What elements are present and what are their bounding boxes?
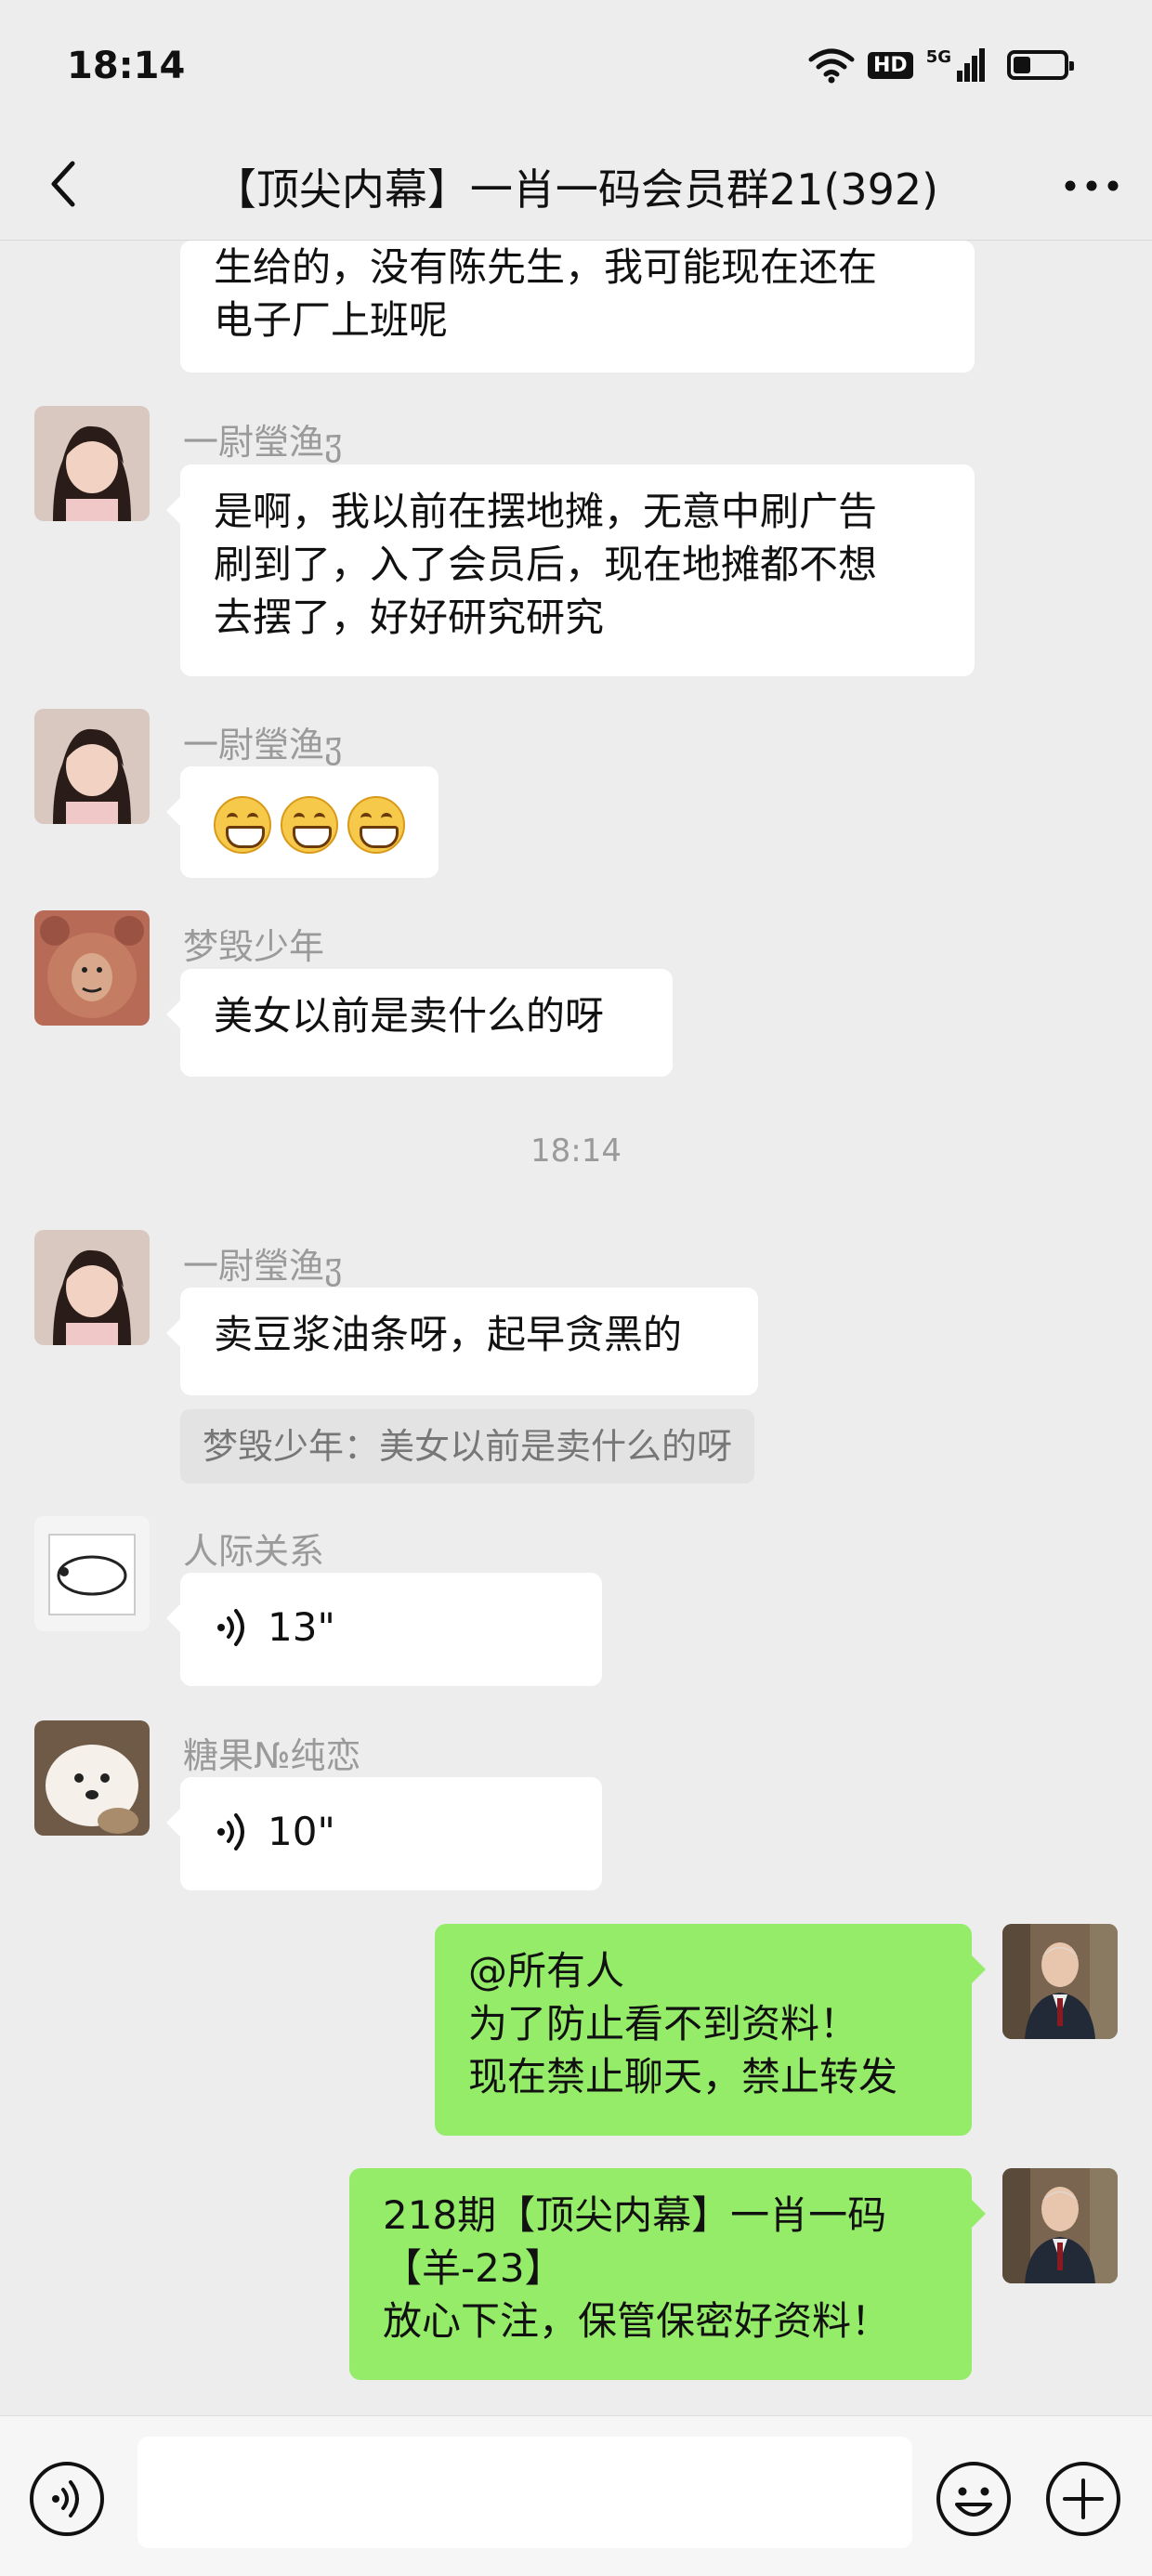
my-message-bubble[interactable]: 218期【顶尖内幕】一肖一码 【羊-23】 放心下注，保管保密好资料！ (349, 2168, 986, 2380)
message-bubble[interactable]: 卖豆浆油条呀，起早贪黑的 (166, 1288, 758, 1395)
voice-message-bubble[interactable]: 13" (166, 1573, 602, 1686)
sender-name: 糖果№纯恋 (183, 1735, 361, 1776)
grinning-face-icon (347, 796, 405, 854)
voice-message-bubble[interactable]: 10" (166, 1777, 602, 1890)
quoted-message[interactable]: 梦毁少年：美女以前是卖什么的呀 (180, 1409, 755, 1484)
emoji-icon[interactable] (935, 2460, 1013, 2538)
message-line: 电子厂上班呢 (214, 297, 449, 343)
message-bubble[interactable]: 是啊，我以前在摆地摊，无意中刷广告 刷到了，入了会员后，现在地摊都不想 去摆了，… (166, 464, 975, 676)
avatar-sticker-image (34, 1516, 150, 1631)
message-text: 卖豆浆油条呀，起早贪黑的 (214, 1312, 683, 1357)
message-bubble[interactable] (166, 766, 439, 878)
message-line: 生给的，没有陈先生，我可能现在还在 (214, 244, 878, 290)
avatar[interactable] (34, 1720, 150, 1836)
voice-input-icon[interactable] (28, 2460, 106, 2538)
chat-header: 【顶尖内幕】一肖一码会员群21(392) (0, 130, 1152, 241)
message-line: 【羊-23】 (383, 2245, 564, 2291)
message-line: @所有人 (468, 1948, 625, 1994)
message-timestamp: 18:14 (530, 1132, 622, 1170)
voice-wave-icon (217, 1608, 244, 1646)
my-avatar[interactable] (1002, 1924, 1118, 2039)
grinning-face-icon (281, 796, 338, 854)
message-line: 为了防止看不到资料！ (468, 2001, 859, 2046)
message-line: 是啊，我以前在摆地摊，无意中刷广告 (214, 489, 878, 534)
avatar-girl-image (34, 406, 150, 521)
message-line: 现在禁止聊天，禁止转发 (468, 2054, 898, 2099)
chat-message-list[interactable]: 生给的，没有陈先生，我可能现在还在 电子厂上班呢 一尉瑩渔ჳ 是啊，我以前在摆地… (0, 241, 1152, 2414)
battery-icon (1007, 50, 1074, 80)
message-bubble[interactable]: 美女以前是卖什么的呀 (166, 969, 673, 1077)
grinning-face-icon (214, 796, 271, 854)
avatar[interactable] (34, 1230, 150, 1345)
message-bubble[interactable]: 生给的，没有陈先生，我可能现在还在 电子厂上班呢 (180, 241, 975, 373)
avatar-dog-image (34, 1720, 150, 1836)
hd-badge: HD (868, 51, 913, 79)
avatar[interactable] (34, 406, 150, 521)
message-line: 去摆了，好好研究研究 (214, 595, 605, 640)
chat-input-bar (0, 2415, 1152, 2576)
avatar-man-suit-image (1002, 1924, 1118, 2039)
voice-duration: 13" (268, 1604, 335, 1650)
status-bar: 18:14 HD 5G (0, 0, 1152, 130)
voice-wave-icon (217, 1812, 244, 1850)
avatar-girl-image (34, 1230, 150, 1345)
sender-name: 一尉瑩渔ჳ (183, 725, 343, 765)
avatar[interactable] (34, 709, 150, 824)
status-icons: HD 5G (808, 46, 1074, 84)
sender-name: 一尉瑩渔ჳ (183, 1246, 343, 1287)
my-message-bubble[interactable]: @所有人 为了防止看不到资料！ 现在禁止聊天，禁止转发 (435, 1924, 986, 2136)
wifi-icon (808, 48, 855, 84)
avatar-bear-meme-image (34, 910, 150, 1026)
avatar-man-suit-image (1002, 2168, 1118, 2283)
network-type: 5G (925, 47, 951, 67)
signal-icon: 5G (926, 48, 985, 82)
emoji-row (214, 787, 405, 854)
avatar[interactable] (34, 1516, 150, 1631)
status-time: 18:14 (67, 45, 186, 87)
message-input[interactable] (137, 2437, 912, 2548)
chat-title: 【顶尖内幕】一肖一码会员群21(392) (213, 164, 939, 215)
avatar[interactable] (34, 910, 150, 1026)
message-line: 218期【顶尖内幕】一肖一码 (383, 2192, 887, 2238)
sender-name: 人际关系 (183, 1531, 325, 1572)
message-line: 放心下注，保管保密好资料！ (383, 2298, 891, 2344)
more-options-icon[interactable] (1059, 158, 1124, 214)
message-line: 刷到了，入了会员后，现在地摊都不想 (214, 542, 878, 587)
avatar-girl-image (34, 709, 150, 824)
voice-duration: 10" (268, 1809, 335, 1854)
plus-icon[interactable] (1044, 2460, 1122, 2538)
voice-message: 10" (214, 1798, 569, 1858)
my-avatar[interactable] (1002, 2168, 1118, 2283)
sender-name: 梦毁少年 (183, 926, 325, 967)
voice-message: 13" (214, 1593, 569, 1654)
message-text: 美女以前是卖什么的呀 (214, 993, 605, 1039)
sender-name: 一尉瑩渔ჳ (183, 422, 343, 463)
